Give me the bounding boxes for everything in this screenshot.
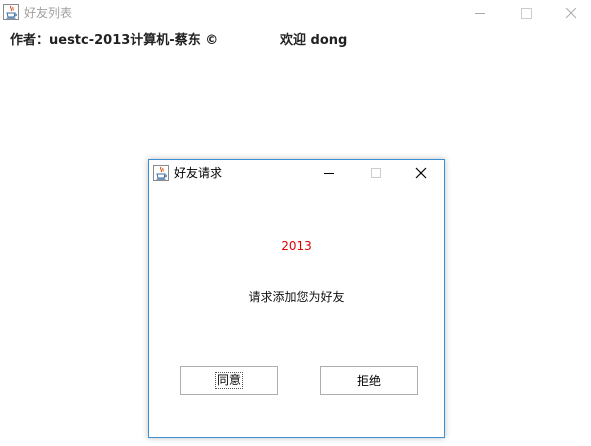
dialog-minimize-button[interactable] — [307, 160, 353, 186]
maximize-icon — [371, 168, 381, 178]
minimize-icon — [324, 173, 334, 174]
maximize-icon — [521, 8, 532, 19]
java-app-icon — [153, 165, 169, 181]
close-icon — [415, 167, 427, 179]
reject-button-label: 拒绝 — [356, 374, 381, 388]
maximize-button[interactable] — [503, 0, 549, 27]
minimize-button[interactable] — [457, 0, 503, 27]
accept-button-label: 同意 — [214, 372, 243, 389]
reject-button[interactable]: 拒绝 — [320, 366, 418, 395]
main-titlebar[interactable]: 好友列表 — [0, 0, 591, 27]
dialog-titlebar[interactable]: 好友请求 — [149, 160, 444, 186]
dialog-title: 好友请求 — [174, 166, 223, 180]
request-message: 请求添加您为好友 — [248, 290, 345, 304]
close-icon — [565, 7, 577, 19]
requester-name: 2013 — [281, 239, 312, 253]
minimize-icon — [475, 13, 485, 14]
dialog-close-button[interactable] — [398, 160, 444, 186]
close-button[interactable] — [549, 0, 591, 27]
dialog-maximize-button[interactable] — [353, 160, 399, 186]
author-label: 作者：uestc-2013计算机-蔡东 © — [10, 33, 219, 48]
main-window-title: 好友列表 — [24, 6, 73, 20]
java-app-icon — [3, 4, 19, 20]
accept-button[interactable]: 同意 — [180, 366, 278, 395]
friend-request-dialog: 好友请求 2013 请求添加您为好友 同意 拒绝 — [148, 159, 445, 438]
welcome-label: 欢迎 dong — [280, 33, 348, 48]
